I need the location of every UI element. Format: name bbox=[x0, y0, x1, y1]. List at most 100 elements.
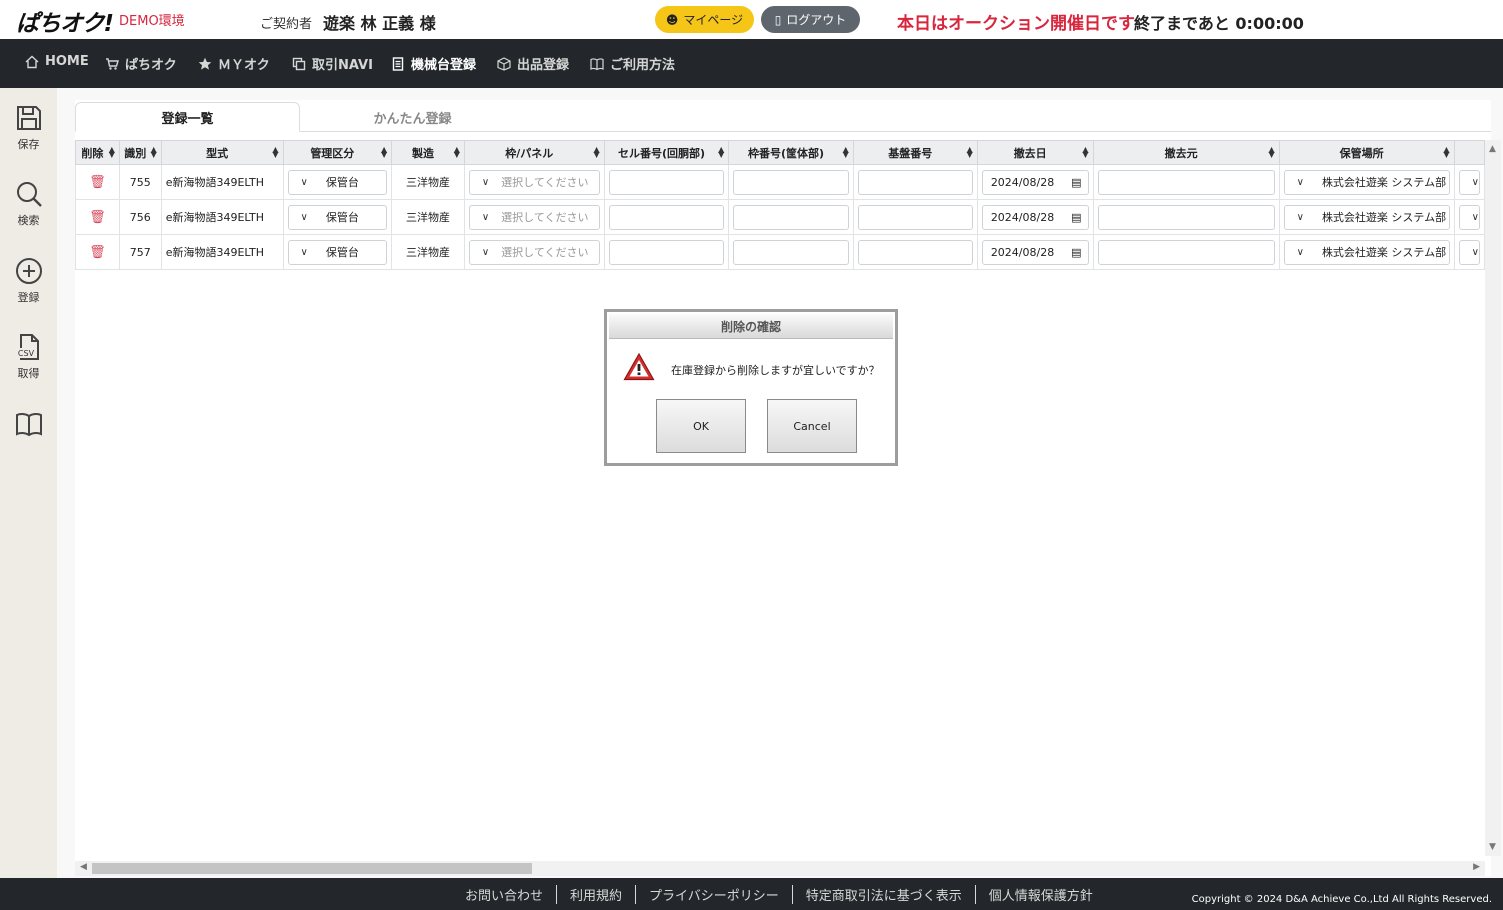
frame-number-input[interactable] bbox=[733, 169, 849, 195]
sidebar-item-search[interactable]: 検索 bbox=[0, 180, 57, 228]
category-select[interactable]: ∨ 保管台 bbox=[287, 204, 388, 230]
column-header-panel[interactable]: 枠/パネル ▲ ▼ bbox=[463, 140, 605, 165]
tab-easy-register[interactable]: かんたん登録 bbox=[300, 102, 525, 132]
scroll-right-icon[interactable]: ▶ bbox=[1473, 862, 1480, 872]
cancel-button[interactable]: Cancel bbox=[767, 399, 857, 453]
ok-button[interactable]: OK bbox=[656, 399, 746, 453]
removal-date-input[interactable]: 2024/08/28 ▤ bbox=[981, 204, 1089, 230]
cell-number-input[interactable] bbox=[608, 239, 725, 265]
chevron-down-icon: ∨ bbox=[481, 246, 490, 258]
panel-cell: ∨ 選択してください bbox=[463, 234, 605, 270]
more-cell: ∨ bbox=[1453, 199, 1485, 235]
sidebar-item-manual[interactable] bbox=[0, 410, 57, 442]
category-select[interactable]: ∨ 保管台 bbox=[287, 239, 388, 265]
panel-select[interactable]: ∨ 選択してください bbox=[468, 169, 600, 195]
column-header-delete[interactable]: 削除 ▲ ▼ bbox=[75, 140, 120, 165]
delete-cell: 🗑 bbox=[75, 199, 120, 235]
calendar-icon[interactable]: ▤ bbox=[1071, 176, 1081, 189]
column-header-storage-location[interactable]: 保管場所 ▲ ▼ bbox=[1278, 140, 1455, 165]
horizontal-scroll-thumb[interactable] bbox=[92, 863, 532, 874]
nav-home[interactable]: HOME bbox=[25, 54, 89, 69]
footer-link-personal-info[interactable]: 個人情報保護方針 bbox=[976, 885, 1106, 904]
footer-link-privacy[interactable]: プライバシーポリシー bbox=[636, 885, 793, 904]
removal-source-input[interactable] bbox=[1097, 239, 1275, 265]
removal-source-input[interactable] bbox=[1097, 169, 1275, 195]
column-header-category[interactable]: 管理区分 ▲ ▼ bbox=[282, 140, 393, 165]
chevron-down-icon: ∨ bbox=[300, 211, 308, 223]
board-number-input[interactable] bbox=[857, 169, 973, 195]
footer-link-commerce-law[interactable]: 特定商取引法に基づく表示 bbox=[793, 885, 976, 904]
trash-icon[interactable]: 🗑 bbox=[89, 175, 106, 190]
chevron-down-icon: ∨ bbox=[1471, 176, 1479, 188]
chevron-down-icon: ∨ bbox=[1296, 176, 1304, 188]
storage-location-select[interactable]: ∨ 株式会社遊楽 システム部 bbox=[1283, 239, 1450, 265]
more-select[interactable]: ∨ bbox=[1458, 239, 1480, 265]
trash-icon[interactable]: 🗑 bbox=[89, 245, 106, 260]
sidebar-item-save[interactable]: 保存 bbox=[0, 104, 57, 152]
column-header-board-number[interactable]: 基盤番号 ▲ ▼ bbox=[852, 140, 978, 165]
table-header-row: 削除 ▲ ▼ 識別 ▲ ▼ 型式 ▲ ▼ 管理区分 ▲ ▼ 製造 ▲ ▼ 枠/パネル ▲ ▼ セル番号(… bbox=[75, 140, 1485, 165]
trash-icon[interactable]: 🗑 bbox=[89, 210, 106, 225]
chevron-down-icon: ∨ bbox=[481, 211, 490, 223]
removal-source-cell bbox=[1092, 234, 1280, 270]
column-header-frame-number[interactable]: 枠番号(筐体部) ▲ ▼ bbox=[728, 140, 854, 165]
storage-location-cell: ∨ 株式会社遊楽 システム部 bbox=[1278, 234, 1455, 270]
nav-torihiki[interactable]: 取引NAVI bbox=[292, 54, 373, 73]
calendar-icon[interactable]: ▤ bbox=[1071, 211, 1081, 224]
frame-number-input[interactable] bbox=[733, 204, 849, 230]
nav-machine-register[interactable]: 機械台登録 bbox=[391, 54, 476, 73]
column-header-maker[interactable]: 製造 ▲ ▼ bbox=[391, 140, 465, 165]
removal-date-cell: 2024/08/28 ▤ bbox=[976, 234, 1094, 270]
nav-listing-register[interactable]: 出品登録 bbox=[497, 54, 569, 73]
board-number-input[interactable] bbox=[857, 239, 973, 265]
sidebar-item-register[interactable]: 登録 bbox=[0, 257, 57, 305]
door-icon: ▯ bbox=[774, 12, 782, 27]
nav-pachioku[interactable]: ぱちオク bbox=[105, 54, 177, 73]
calendar-icon[interactable]: ▤ bbox=[1071, 246, 1081, 259]
more-select[interactable]: ∨ bbox=[1458, 169, 1480, 195]
logout-button[interactable]: ▯ ログアウト bbox=[761, 6, 860, 33]
nav-myoku[interactable]: ＭＹオク bbox=[198, 54, 270, 73]
removal-source-input[interactable] bbox=[1097, 204, 1275, 230]
footer-link-terms[interactable]: 利用規約 bbox=[557, 885, 637, 904]
vertical-scrollbar[interactable]: ▲ ▼ bbox=[1485, 140, 1501, 856]
scroll-left-icon[interactable]: ◀ bbox=[80, 862, 87, 872]
top-bar: ぱちオク! DEMO環境 ご契約者 遊楽 林 正義 様 ☻ マイページ ▯ ログ… bbox=[0, 0, 1503, 39]
mypage-button[interactable]: ☻ マイページ bbox=[655, 6, 754, 33]
removal-source-cell bbox=[1092, 164, 1280, 200]
cell-number-input[interactable] bbox=[608, 169, 725, 195]
footer-link-contact[interactable]: お問い合わせ bbox=[452, 885, 558, 904]
column-header-model[interactable]: 型式 ▲ ▼ bbox=[160, 140, 284, 165]
scroll-down-icon[interactable]: ▼ bbox=[1489, 842, 1496, 852]
csv-file-icon: CSV bbox=[14, 334, 39, 360]
column-header-removal-date[interactable]: 撤去日 ▲ ▼ bbox=[976, 140, 1094, 165]
panel-select[interactable]: ∨ 選択してください bbox=[468, 204, 600, 230]
maker-cell: 三洋物産 bbox=[391, 234, 465, 270]
column-header-cell-number[interactable]: セル番号(回胴部) ▲ ▼ bbox=[603, 140, 730, 165]
board-number-input[interactable] bbox=[857, 204, 973, 230]
storage-location-select[interactable]: ∨ 株式会社遊楽 システム部 bbox=[1283, 204, 1450, 230]
tab-bar: 登録一覧 かんたん登録 bbox=[75, 102, 1491, 132]
column-header-removal-source[interactable]: 撤去元 ▲ ▼ bbox=[1092, 140, 1280, 165]
nav-usage[interactable]: ご利用方法 bbox=[590, 54, 675, 73]
removal-date-input[interactable]: 2024/08/28 ▤ bbox=[981, 239, 1089, 265]
site-logo[interactable]: ぱちオク! bbox=[16, 4, 114, 38]
removal-date-input[interactable]: 2024/08/28 ▤ bbox=[981, 169, 1089, 195]
delete-cell: 🗑 bbox=[75, 164, 120, 200]
storage-location-select[interactable]: ∨ 株式会社遊楽 システム部 bbox=[1283, 169, 1450, 195]
panel-select[interactable]: ∨ 選択してください bbox=[468, 239, 600, 265]
category-select[interactable]: ∨ 保管台 bbox=[287, 169, 388, 195]
table-row: 🗑 757 e新海物語349ELTH ∨ 保管台 三洋物産 ∨ 選択してください 2… bbox=[75, 234, 1485, 270]
auction-notice: 本日はオークション開催日です bbox=[897, 14, 1135, 34]
frame-number-input[interactable] bbox=[733, 239, 849, 265]
more-select[interactable]: ∨ bbox=[1458, 204, 1480, 230]
tab-register-list[interactable]: 登録一覧 bbox=[75, 102, 300, 132]
cell-number-input[interactable] bbox=[608, 204, 725, 230]
column-header-id[interactable]: 識別 ▲ ▼ bbox=[118, 140, 162, 165]
horizontal-scrollbar[interactable]: ◀ ▶ bbox=[75, 861, 1485, 876]
board-number-cell bbox=[852, 234, 978, 270]
save-icon bbox=[16, 106, 41, 130]
sidebar-item-csv[interactable]: CSV 取得 bbox=[0, 333, 57, 381]
scroll-up-icon[interactable]: ▲ bbox=[1489, 144, 1496, 154]
panel-cell: ∨ 選択してください bbox=[463, 199, 605, 235]
